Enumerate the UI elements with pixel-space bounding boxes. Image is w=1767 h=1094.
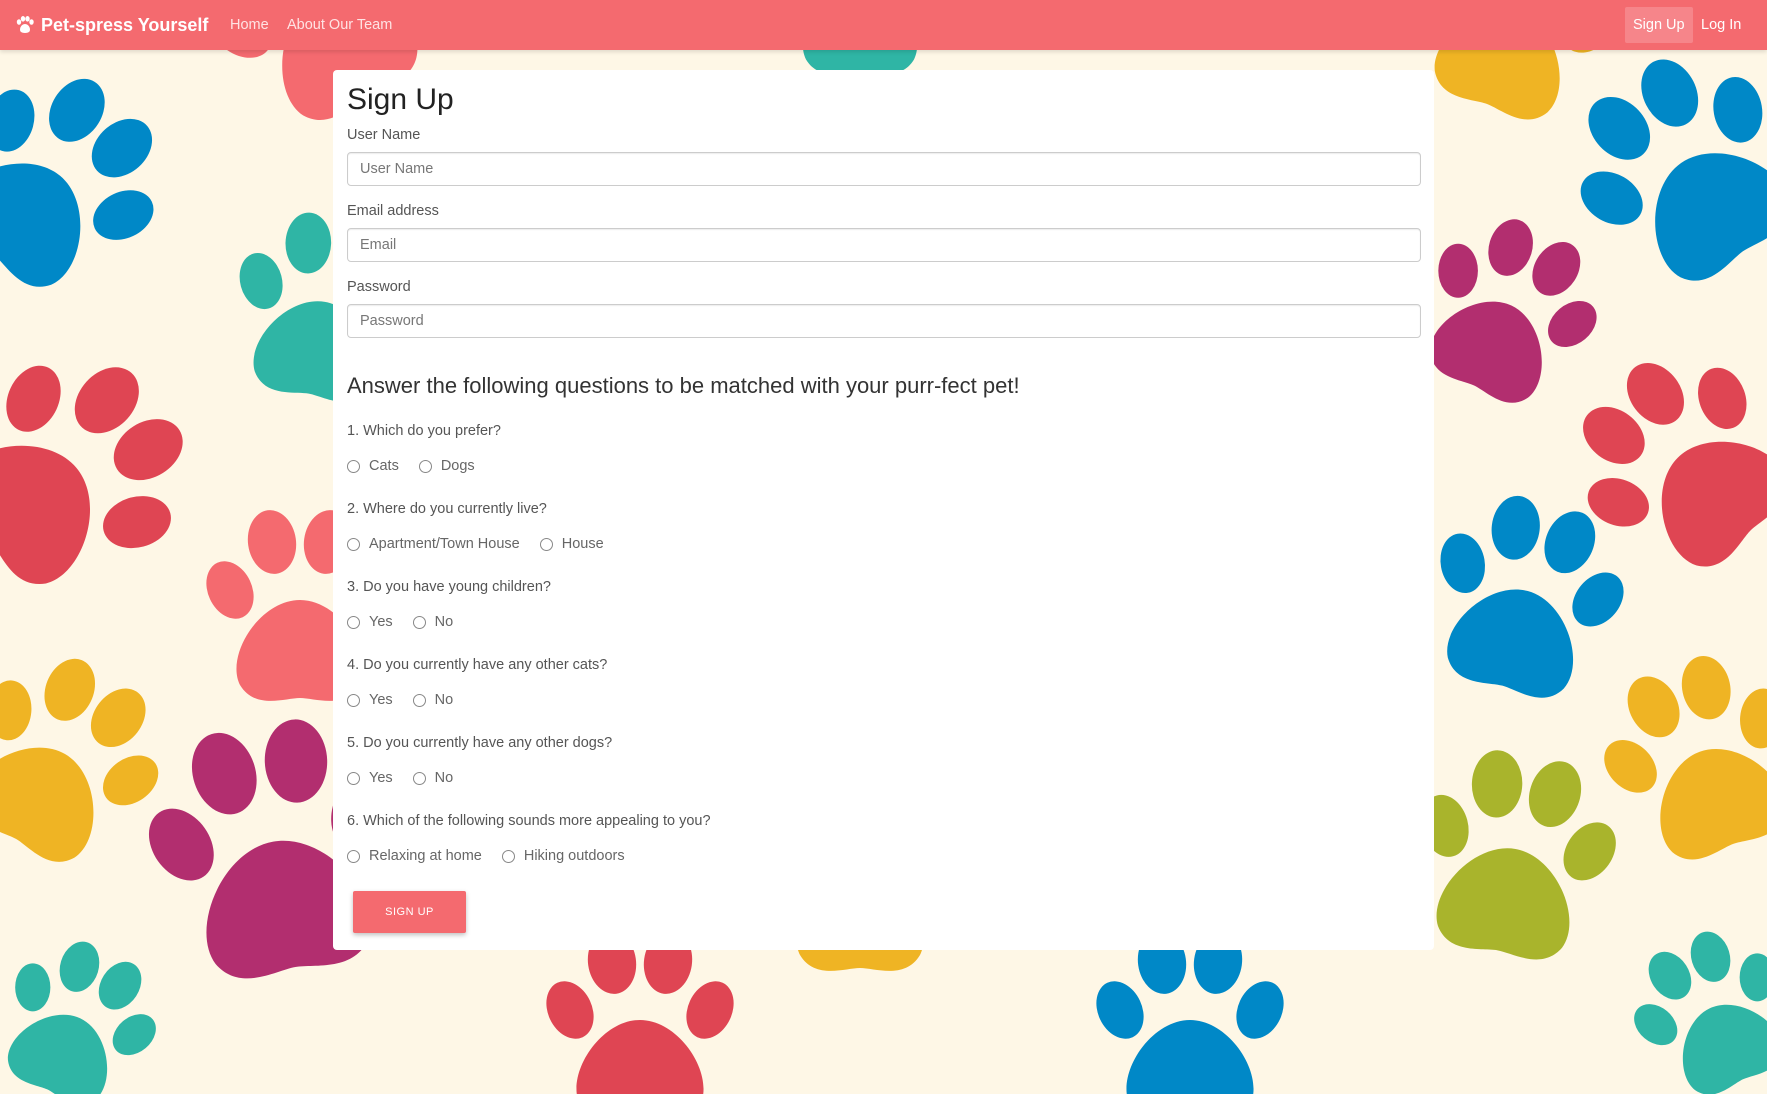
question-3-options: Yes No [347, 614, 473, 630]
question-5-options: Yes No [347, 770, 473, 786]
page-title: Sign Up [347, 83, 454, 116]
option-cats[interactable]: Cats [347, 458, 399, 474]
radio-button[interactable] [347, 459, 360, 473]
radio-button[interactable] [347, 537, 360, 551]
nav-about-link[interactable]: About Our Team [287, 0, 392, 50]
option-apartment[interactable]: Apartment/Town House [347, 536, 520, 552]
radio-button[interactable] [347, 615, 360, 629]
option-label: Apartment/Town House [369, 536, 520, 552]
password-input[interactable] [347, 304, 1421, 338]
question-2: 2. Where do you currently live? [347, 501, 547, 517]
option-yes[interactable]: Yes [347, 692, 393, 708]
option-dogs[interactable]: Dogs [418, 458, 475, 474]
paw-print [0, 365, 183, 584]
questions-heading: Answer the following questions to be mat… [347, 373, 1020, 398]
option-hiking[interactable]: Hiking outdoors [501, 848, 625, 864]
navbar: Pet-spress Yourself Home About Our Team … [0, 0, 1767, 50]
nav-signup-link[interactable]: Sign Up [1625, 7, 1693, 43]
option-label: Hiking outdoors [523, 848, 625, 864]
option-label: Yes [369, 614, 393, 630]
question-3: 3. Do you have young children? [347, 579, 551, 595]
nav-home-link[interactable]: Home [230, 0, 269, 50]
brand-name: Pet-spress Yourself [41, 14, 209, 35]
option-label: No [434, 614, 454, 630]
radio-button[interactable] [412, 693, 426, 707]
radio-button[interactable] [347, 693, 360, 707]
paw-icon [16, 16, 34, 33]
brand-link[interactable]: Pet-spress Yourself [15, 0, 208, 50]
option-label: Dogs [440, 458, 475, 474]
option-label: Cats [369, 458, 399, 474]
option-label: No [434, 692, 454, 708]
option-relaxing[interactable]: Relaxing at home [347, 848, 482, 864]
option-label: Yes [369, 770, 393, 786]
option-label: House [561, 536, 604, 552]
question-1-options: Cats Dogs [347, 458, 495, 474]
option-house[interactable]: House [539, 536, 604, 552]
signup-card: Sign Up User Name Email address Password… [333, 70, 1434, 950]
paw-print [1634, 931, 1767, 1094]
question-6: 6. Which of the following sounds more ap… [347, 813, 711, 829]
radio-button[interactable] [418, 459, 432, 473]
radio-button[interactable] [539, 537, 553, 551]
paw-print [7, 941, 156, 1094]
option-label: No [434, 770, 454, 786]
question-4-options: Yes No [347, 692, 473, 708]
question-2-options: Apartment/Town House House [347, 536, 624, 552]
question-4: 4. Do you currently have any other cats? [347, 657, 608, 673]
option-no[interactable]: No [412, 614, 454, 630]
email-label: Email address [347, 203, 439, 219]
username-label: User Name [347, 127, 421, 143]
radio-button[interactable] [412, 615, 426, 629]
question-5: 5. Do you currently have any other dogs? [347, 735, 613, 751]
option-no[interactable]: No [412, 692, 454, 708]
password-label: Password [347, 279, 411, 295]
nav-login-link[interactable]: Log In [1693, 7, 1749, 43]
signup-submit-button[interactable]: SIGN UP [353, 891, 466, 933]
option-label: Yes [369, 692, 393, 708]
radio-button[interactable] [347, 849, 360, 863]
paw-print [1096, 930, 1284, 1094]
paw-print [546, 930, 734, 1094]
question-1: 1. Which do you prefer? [347, 423, 501, 439]
option-yes[interactable]: Yes [347, 770, 393, 786]
radio-button[interactable] [347, 771, 360, 785]
option-label: Relaxing at home [369, 848, 482, 864]
radio-button[interactable] [412, 771, 426, 785]
question-6-options: Relaxing at home Hiking outdoors [347, 848, 645, 864]
paw-print [0, 78, 154, 287]
option-no[interactable]: No [412, 770, 454, 786]
option-yes[interactable]: Yes [347, 614, 393, 630]
username-input[interactable] [347, 152, 1421, 186]
radio-button[interactable] [501, 849, 515, 863]
email-input[interactable] [347, 228, 1421, 262]
